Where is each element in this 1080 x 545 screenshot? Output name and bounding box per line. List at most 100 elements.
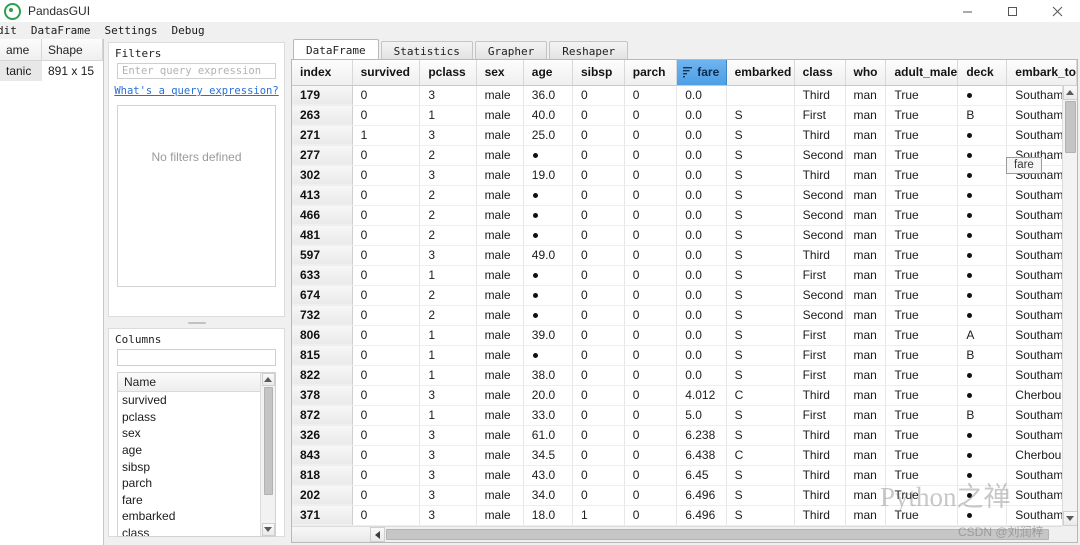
cell-pclass[interactable]: 3 — [419, 465, 477, 486]
cell-survived[interactable]: 0 — [352, 345, 421, 366]
row-index-cell[interactable]: 371 — [292, 505, 353, 526]
cell-fare[interactable]: 6.496 — [676, 485, 727, 506]
cell-class[interactable]: Second — [794, 225, 846, 246]
cell-class[interactable]: Third — [794, 85, 846, 106]
cell-adult_male[interactable]: True — [885, 325, 959, 346]
cell-pclass[interactable]: 3 — [419, 245, 477, 266]
cell-deck[interactable] — [957, 245, 1008, 266]
cell-adult_male[interactable]: True — [885, 385, 959, 406]
cell-sibsp[interactable]: 0 — [572, 285, 625, 306]
cell-embarked[interactable]: S — [726, 305, 795, 326]
cell-adult_male[interactable]: True — [885, 485, 959, 506]
cell-adult_male[interactable]: True — [885, 185, 959, 206]
cell-age[interactable]: 43.0 — [523, 465, 573, 486]
cell-sex[interactable]: male — [476, 285, 524, 306]
cell-survived[interactable]: 0 — [352, 205, 421, 226]
cell-parch[interactable]: 0 — [624, 345, 678, 366]
column-header-parch[interactable]: parch — [624, 60, 678, 86]
row-index-cell[interactable]: 277 — [292, 145, 353, 166]
cell-sex[interactable]: male — [476, 205, 524, 226]
query-expression-help-link[interactable]: What's a query expression? — [109, 85, 284, 97]
cell-sibsp[interactable]: 0 — [572, 485, 625, 506]
row-index-cell[interactable]: 302 — [292, 165, 353, 186]
cell-embarked[interactable]: S — [726, 125, 795, 146]
cell-fare[interactable]: 6.45 — [676, 465, 727, 486]
cell-survived[interactable]: 0 — [352, 165, 421, 186]
cell-pclass[interactable]: 1 — [419, 365, 477, 386]
cell-pclass[interactable]: 3 — [419, 385, 477, 406]
cell-adult_male[interactable]: True — [885, 125, 959, 146]
cell-who[interactable]: man — [845, 245, 887, 266]
cell-sibsp[interactable]: 0 — [572, 365, 625, 386]
column-item[interactable]: age — [118, 442, 260, 459]
column-item[interactable]: survived — [118, 392, 260, 409]
cell-survived[interactable]: 0 — [352, 465, 421, 486]
cell-class[interactable]: First — [794, 105, 846, 126]
cell-pclass[interactable]: 2 — [419, 185, 477, 206]
cell-sibsp[interactable]: 0 — [572, 385, 625, 406]
column-header-index[interactable]: index — [292, 60, 353, 86]
cell-sex[interactable]: male — [476, 425, 524, 446]
columns-list-scrollbar[interactable] — [260, 373, 275, 536]
table-row[interactable]: 822 0 1 male 38.0 0 0 0.0 S First man True Southamp — [292, 365, 1077, 386]
cell-parch[interactable]: 0 — [624, 265, 678, 286]
cell-age[interactable] — [523, 345, 573, 366]
table-row[interactable]: 263 0 1 male 40.0 0 0 0.0 S First man True B Southamp — [292, 105, 1077, 126]
column-item[interactable]: embarked — [118, 508, 260, 525]
cell-deck[interactable] — [957, 425, 1008, 446]
cell-class[interactable]: Third — [794, 165, 846, 186]
row-index-cell[interactable]: 732 — [292, 305, 353, 326]
cell-fare[interactable]: 0.0 — [676, 125, 727, 146]
cell-parch[interactable]: 0 — [624, 485, 678, 506]
table-row[interactable]: 179 0 3 male 36.0 0 0 0.0 Third man True Southamp — [292, 85, 1077, 106]
cell-age[interactable]: 18.0 — [523, 505, 573, 526]
cell-pclass[interactable]: 2 — [419, 145, 477, 166]
cell-sex[interactable]: male — [476, 165, 524, 186]
cell-sibsp[interactable]: 0 — [572, 305, 625, 326]
cell-fare[interactable]: 0.0 — [676, 285, 727, 306]
cell-who[interactable]: man — [845, 325, 887, 346]
cell-parch[interactable]: 0 — [624, 85, 678, 106]
vertical-scrollbar-thumb[interactable] — [1064, 101, 1076, 153]
cell-who[interactable]: man — [845, 405, 887, 426]
cell-deck[interactable] — [957, 445, 1008, 466]
cell-parch[interactable]: 0 — [624, 425, 678, 446]
cell-fare[interactable]: 0.0 — [676, 265, 727, 286]
cell-survived[interactable]: 0 — [352, 225, 421, 246]
cell-adult_male[interactable]: True — [885, 405, 959, 426]
table-row[interactable]: 674 0 2 male 0 0 0.0 S Second man True Southamp — [292, 285, 1077, 306]
cell-deck[interactable] — [957, 385, 1008, 406]
cell-age[interactable]: 36.0 — [523, 85, 573, 106]
cell-embarked[interactable]: S — [726, 425, 795, 446]
cell-sex[interactable]: male — [476, 85, 524, 106]
table-row[interactable]: 818 0 3 male 43.0 0 0 6.45 S Third man True Southamp — [292, 465, 1077, 486]
cell-sibsp[interactable]: 0 — [572, 225, 625, 246]
cell-survived[interactable]: 0 — [352, 305, 421, 326]
cell-survived[interactable]: 1 — [352, 125, 421, 146]
cell-sex[interactable]: male — [476, 305, 524, 326]
cell-sex[interactable]: male — [476, 445, 524, 466]
cell-class[interactable]: Second — [794, 305, 846, 326]
cell-class[interactable]: First — [794, 325, 846, 346]
cell-class[interactable]: Third — [794, 465, 846, 486]
cell-deck[interactable] — [957, 125, 1008, 146]
cell-pclass[interactable]: 3 — [419, 85, 477, 106]
cell-class[interactable]: Second — [794, 285, 846, 306]
cell-survived[interactable]: 0 — [352, 505, 421, 526]
tab-dataframe[interactable]: DataFrame — [293, 39, 379, 60]
menu-item-dataframe[interactable]: DataFrame — [24, 23, 98, 38]
cell-sex[interactable]: male — [476, 405, 524, 426]
scroll-up-icon[interactable] — [261, 373, 275, 386]
cell-fare[interactable]: 5.0 — [676, 405, 727, 426]
table-row[interactable]: 378 0 3 male 20.0 0 0 4.012 C Third man True Cherbou… — [292, 385, 1077, 406]
horizontal-scrollbar-thumb[interactable] — [386, 529, 1049, 540]
cell-who[interactable]: man — [845, 165, 887, 186]
cell-sibsp[interactable]: 0 — [572, 405, 625, 426]
cell-embarked[interactable]: S — [726, 145, 795, 166]
cell-class[interactable]: Second — [794, 145, 846, 166]
cell-age[interactable]: 49.0 — [523, 245, 573, 266]
menu-item-settings[interactable]: Settings — [97, 23, 164, 38]
cell-who[interactable]: man — [845, 205, 887, 226]
cell-age[interactable]: 19.0 — [523, 165, 573, 186]
cell-class[interactable]: Second — [794, 185, 846, 206]
